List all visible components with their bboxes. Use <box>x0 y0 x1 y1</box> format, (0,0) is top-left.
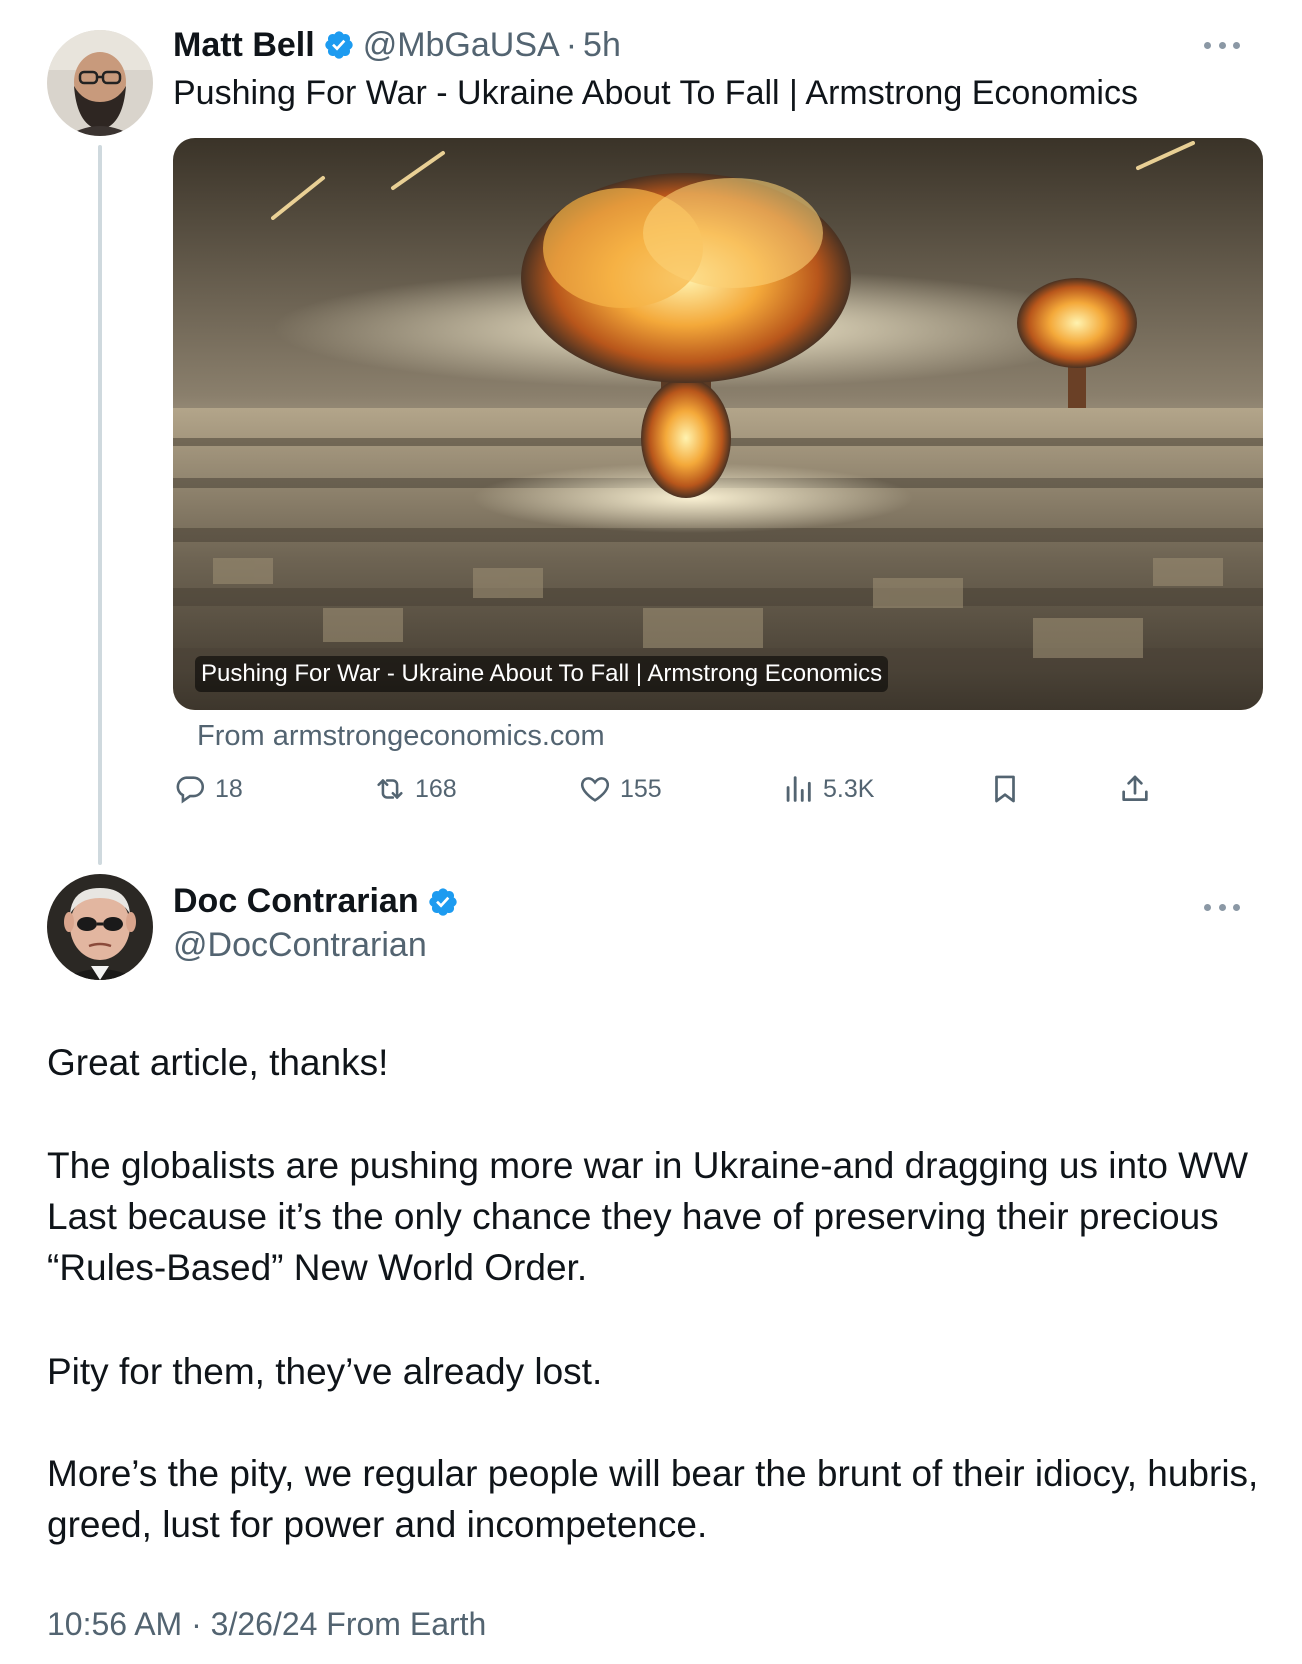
like-count: 155 <box>620 774 662 803</box>
reply-button[interactable]: 18 <box>173 772 243 806</box>
tweet-paragraph: Pity for them, they’ve already lost. <box>47 1351 603 1392</box>
more-icon[interactable] <box>1204 900 1240 914</box>
card-caption: Pushing For War - Ukraine About To Fall … <box>195 656 889 692</box>
author-handle[interactable]: @DocContrarian <box>173 926 427 965</box>
verified-badge-icon <box>323 29 355 61</box>
timestamp[interactable]: 5h <box>583 26 621 65</box>
tweet-timestamp-footer[interactable]: 10:56 AM · 3/26/24 From Earth <box>47 1606 486 1643</box>
reply-count: 18 <box>215 774 243 803</box>
thread-connector-line <box>98 145 102 865</box>
repost-icon <box>377 779 403 799</box>
repost-count: 168 <box>415 774 457 803</box>
author-handle[interactable]: @MbGaUSA <box>363 26 560 65</box>
share-icon <box>1122 775 1148 801</box>
views-count: 5.3K <box>823 774 875 803</box>
bookmark-icon <box>995 775 1015 803</box>
avatar[interactable] <box>47 874 153 980</box>
action-bar: 18 168 155 5.3K <box>173 772 1173 816</box>
like-button[interactable]: 155 <box>578 772 662 806</box>
heart-icon <box>580 777 610 802</box>
tweet-paragraph: The globalists are pushing more war in U… <box>47 1145 1249 1288</box>
more-icon[interactable] <box>1204 38 1240 52</box>
author-name[interactable]: Doc Contrarian <box>173 882 419 921</box>
avatar[interactable] <box>47 30 153 136</box>
author-name[interactable]: Matt Bell <box>173 26 315 65</box>
bookmark-button[interactable] <box>988 772 1030 806</box>
separator-dot: · <box>565 25 578 64</box>
tweet-paragraph: More’s the pity, we regular people will … <box>47 1453 1259 1545</box>
tweet-text: Pushing For War - Ukraine About To Fall … <box>173 74 1138 112</box>
reply-icon <box>176 776 205 804</box>
tweet-paragraph: Great article, thanks! <box>47 1042 389 1083</box>
views-icon <box>786 776 811 802</box>
share-button[interactable] <box>1118 772 1160 806</box>
card-source-link[interactable]: From armstrongeconomics.com <box>197 720 605 753</box>
repost-button[interactable]: 168 <box>373 772 457 806</box>
verified-badge-icon <box>427 886 459 918</box>
card-image <box>173 138 1263 710</box>
link-card[interactable]: Pushing For War - Ukraine About To Fall … <box>173 138 1263 710</box>
views-button[interactable]: 5.3K <box>781 772 874 806</box>
